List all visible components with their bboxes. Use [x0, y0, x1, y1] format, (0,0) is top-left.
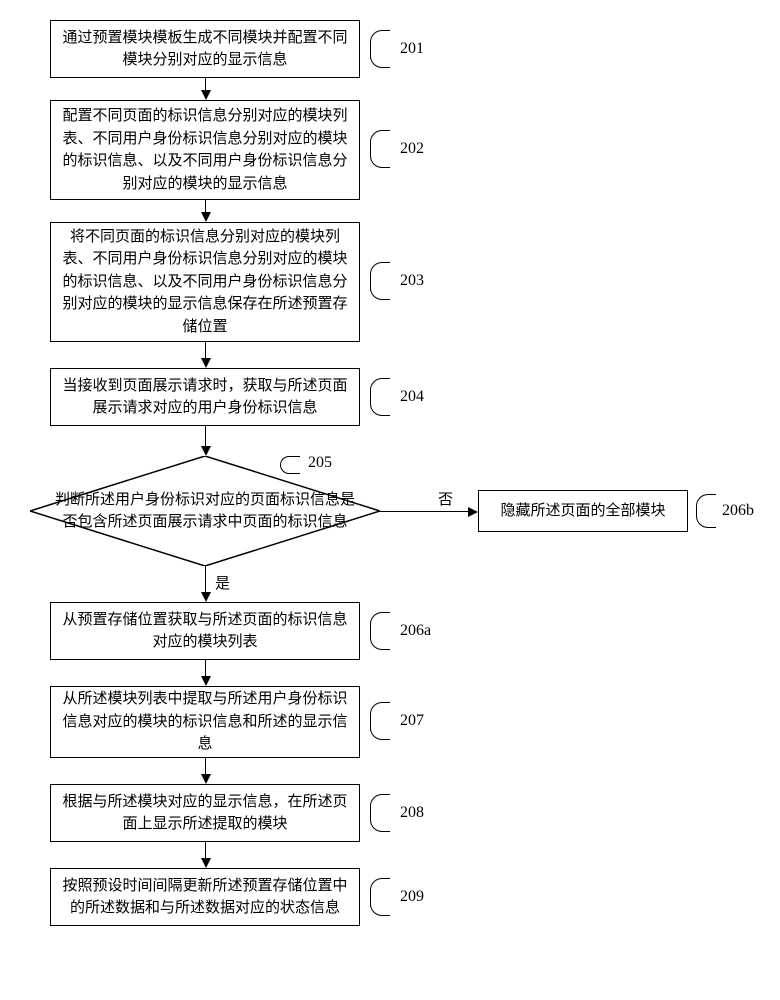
step-208-text: 根据与所述模块对应的显示信息，在所述页面上显示所述提取的模块	[61, 791, 349, 836]
step-204-label: 204	[400, 388, 424, 406]
step-206a-label: 206a	[400, 622, 431, 640]
arrow-208-209-head	[201, 858, 211, 868]
step-208-brace	[370, 794, 390, 832]
arrow-205-206a-head	[201, 592, 211, 602]
step-206b-text: 隐藏所述页面的全部模块	[500, 500, 665, 523]
step-204-text: 当接收到页面展示请求时，获取与所述页面展示请求对应的用户身份标识信息	[61, 375, 349, 420]
step-205-decision: 判断所述用户身份标识对应的页面标识信息是否包含所述页面展示请求中页面的标识信息	[30, 456, 380, 566]
step-203-box: 将不同页面的标识信息分别对应的模块列表、不同用户身份标识信息分别对应的模块的标识…	[50, 222, 360, 342]
arrow-201-202-head	[201, 90, 211, 100]
step-204-box: 当接收到页面展示请求时，获取与所述页面展示请求对应的用户身份标识信息	[50, 368, 360, 426]
step-206a-brace	[370, 612, 390, 650]
step-208-box: 根据与所述模块对应的显示信息，在所述页面上显示所述提取的模块	[50, 784, 360, 842]
step-201-text: 通过预置模块模板生成不同模块并配置不同模块分别对应的显示信息	[61, 27, 349, 72]
step-202-label: 202	[400, 140, 424, 158]
step-204-brace	[370, 378, 390, 416]
step-206b-label: 206b	[722, 502, 754, 520]
step-207-text: 从所述模块列表中提取与所述用户身份标识信息对应的模块的标识信息和所述的显示信息	[61, 688, 349, 756]
step-201-brace	[370, 30, 390, 68]
step-205-label: 205	[308, 454, 332, 472]
step-206a-box: 从预置存储位置获取与所述页面的标识信息对应的模块列表	[50, 602, 360, 660]
step-209-text: 按照预设时间间隔更新所述预置存储位置中的所述数据和与所述数据对应的状态信息	[61, 875, 349, 920]
step-206a-text: 从预置存储位置获取与所述页面的标识信息对应的模块列表	[61, 609, 349, 654]
step-201-box: 通过预置模块模板生成不同模块并配置不同模块分别对应的显示信息	[50, 20, 360, 78]
branch-yes-label: 是	[215, 572, 230, 593]
step-203-brace	[370, 262, 390, 300]
arrow-203-204-head	[201, 358, 211, 368]
step-209-label: 209	[400, 888, 424, 906]
step-209-box: 按照预设时间间隔更新所述预置存储位置中的所述数据和与所述数据对应的状态信息	[50, 868, 360, 926]
step-205-text: 判断所述用户身份标识对应的页面标识信息是否包含所述页面展示请求中页面的标识信息	[30, 489, 380, 534]
step-207-label: 207	[400, 712, 424, 730]
step-201-label: 201	[400, 40, 424, 58]
arrow-205-206b-head	[468, 507, 478, 517]
arrow-207-208-head	[201, 774, 211, 784]
arrow-204-205-head	[201, 446, 211, 456]
step-208-label: 208	[400, 804, 424, 822]
step-202-text: 配置不同页面的标识信息分别对应的模块列表、不同用户身份标识信息分别对应的模块的标…	[61, 105, 349, 195]
arrow-206a-207-head	[201, 676, 211, 686]
step-207-brace	[370, 702, 390, 740]
step-203-label: 203	[400, 272, 424, 290]
arrow-202-203-head	[201, 212, 211, 222]
arrow-205-206b	[380, 511, 470, 512]
step-203-text: 将不同页面的标识信息分别对应的模块列表、不同用户身份标识信息分别对应的模块的标识…	[61, 226, 349, 339]
step-202-box: 配置不同页面的标识信息分别对应的模块列表、不同用户身份标识信息分别对应的模块的标…	[50, 100, 360, 200]
step-209-brace	[370, 878, 390, 916]
arrow-205-206a	[205, 566, 206, 594]
step-206b-brace	[696, 494, 716, 528]
step-202-brace	[370, 130, 390, 168]
branch-no-label: 否	[438, 488, 453, 509]
step-207-box: 从所述模块列表中提取与所述用户身份标识信息对应的模块的标识信息和所述的显示信息	[50, 686, 360, 758]
arrow-204-205	[205, 426, 206, 448]
step-206b-box: 隐藏所述页面的全部模块	[478, 490, 688, 532]
step-205-brace	[280, 456, 300, 474]
